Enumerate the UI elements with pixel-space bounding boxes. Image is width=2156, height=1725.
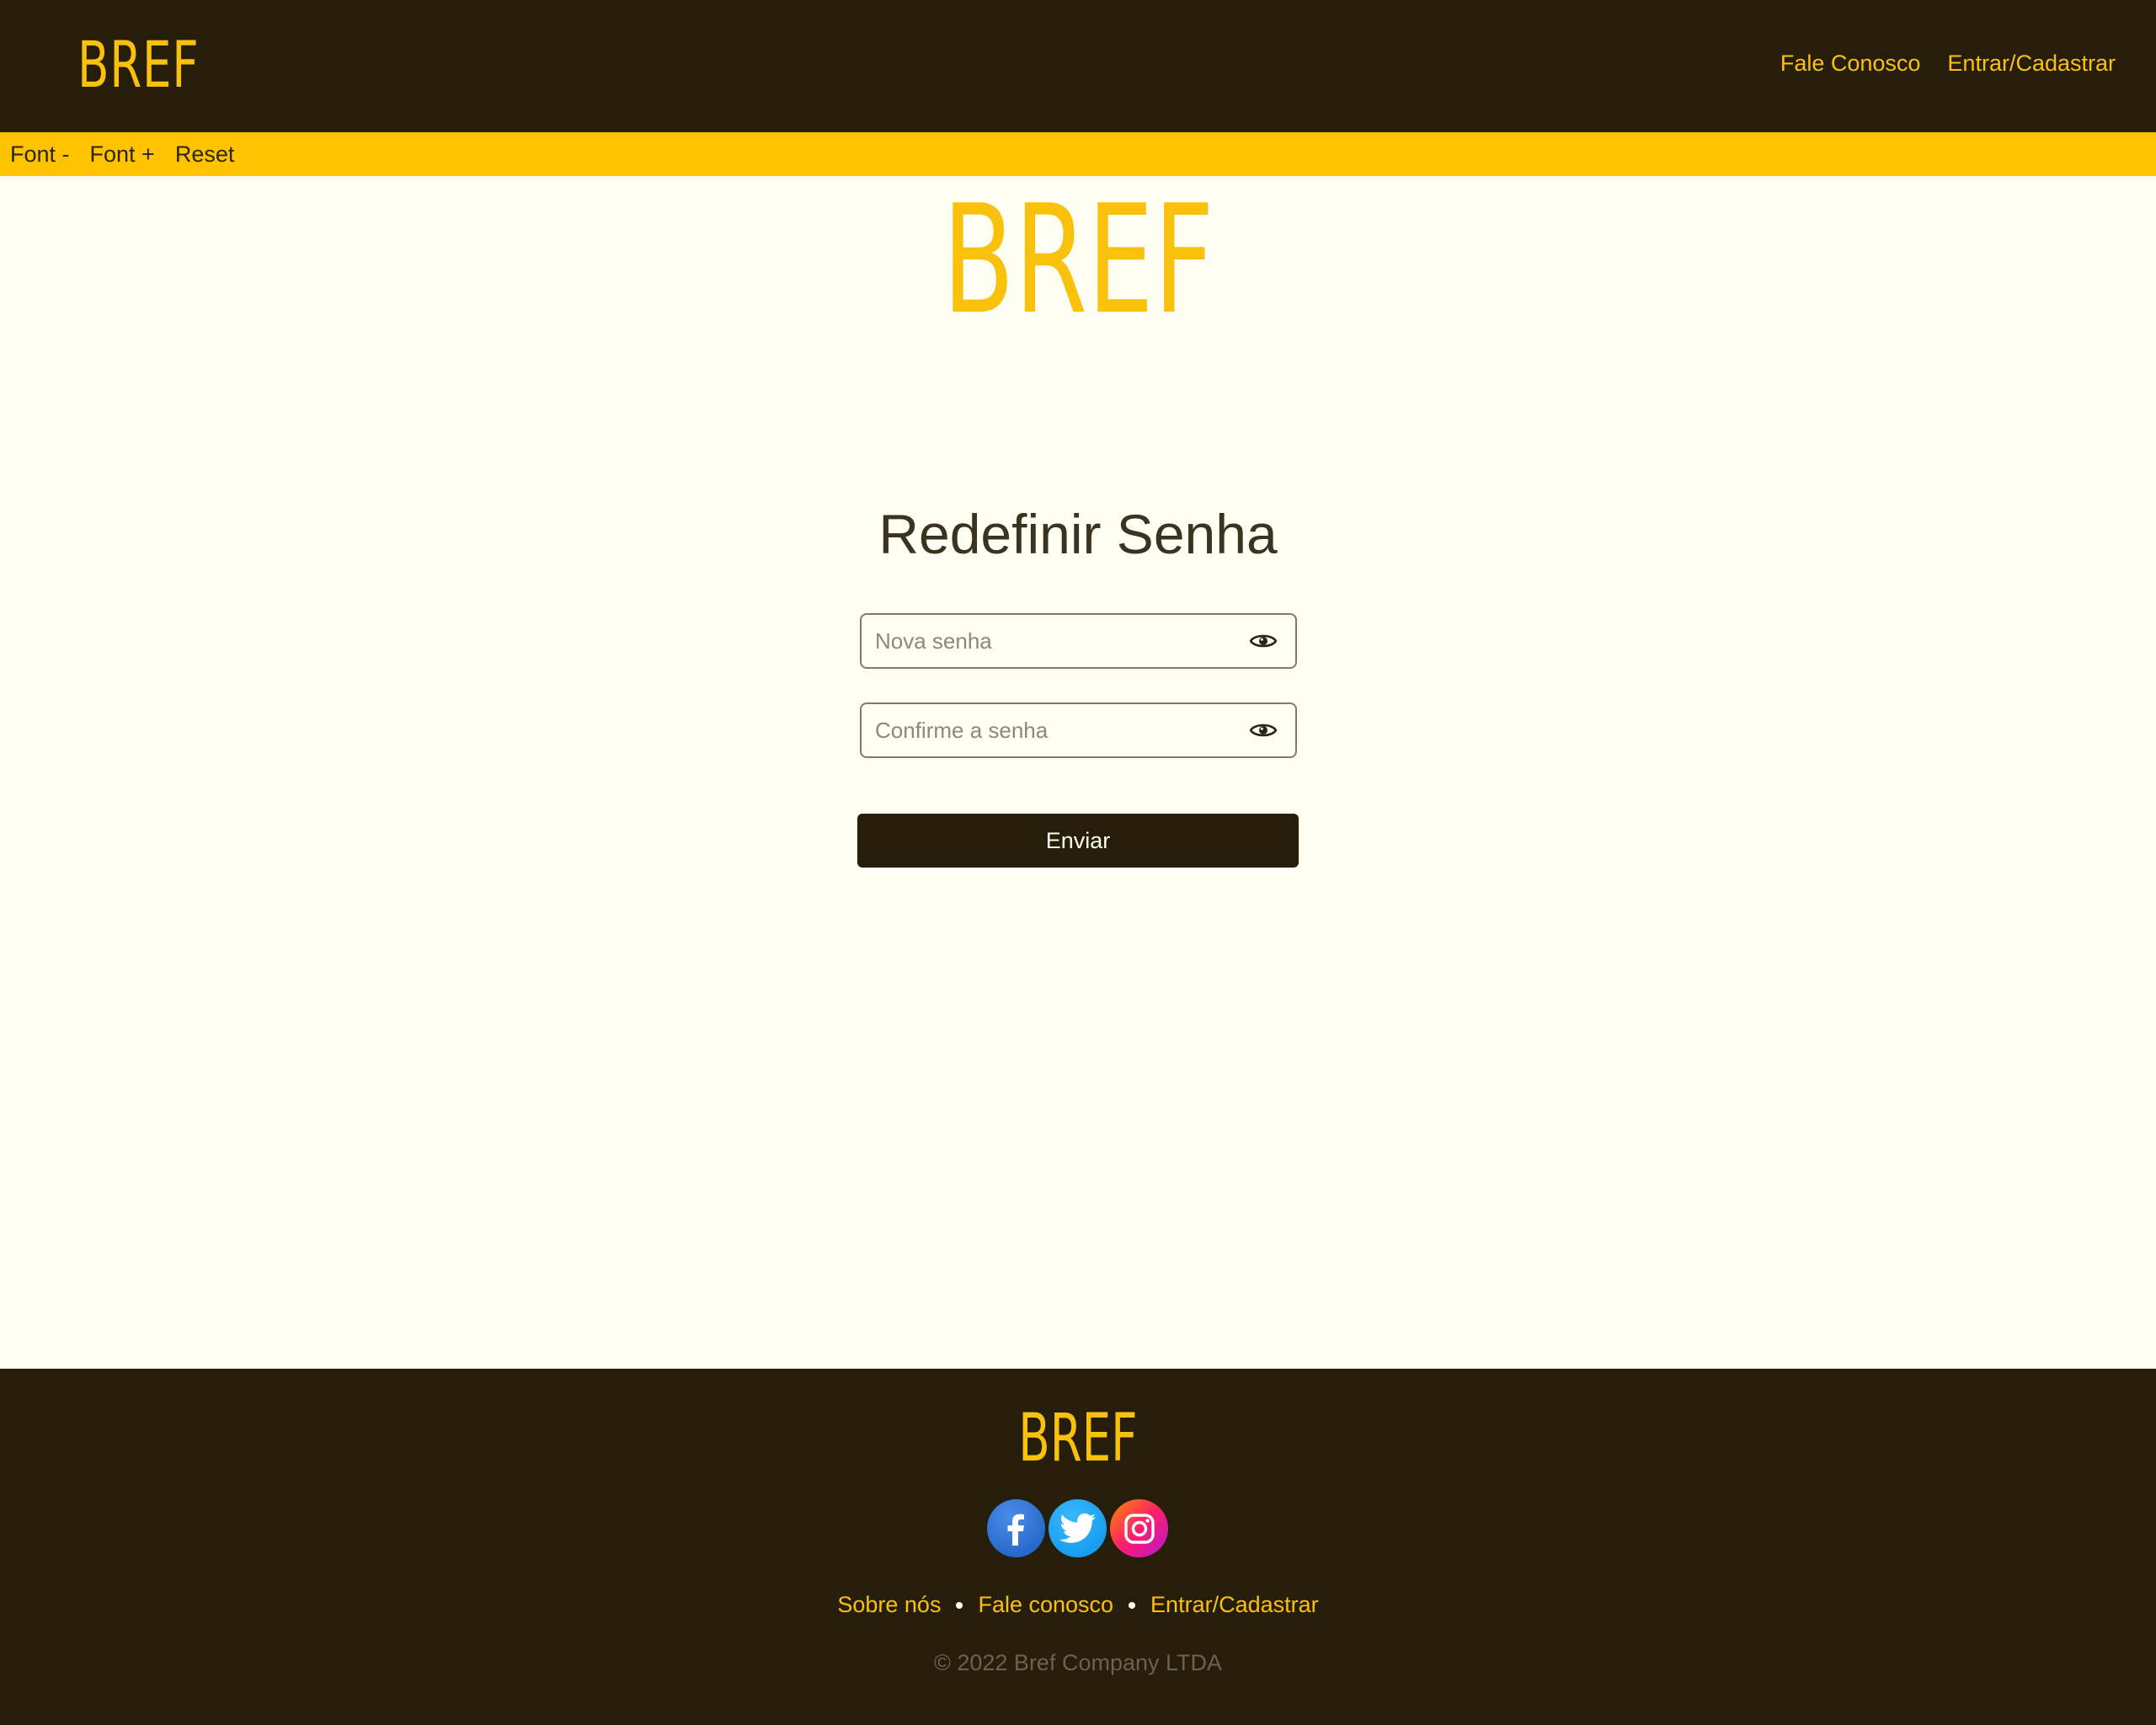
twitter-icon[interactable]: [1049, 1499, 1107, 1557]
new-password-field: [860, 613, 1297, 669]
brand-container: BREF: [0, 0, 2156, 335]
page-title: Redefinir Senha: [878, 503, 1278, 565]
instagram-icon[interactable]: [1110, 1499, 1168, 1557]
eye-icon[interactable]: [1250, 632, 1277, 650]
footer-link-about[interactable]: Sobre nós: [837, 1592, 941, 1618]
copyright-text: © 2022 Bref Company LTDA: [933, 1650, 1223, 1675]
confirm-password-field: [860, 702, 1297, 758]
eye-icon[interactable]: [1250, 721, 1277, 740]
separator-dot: [1129, 1601, 1136, 1609]
separator-dot: [956, 1601, 963, 1609]
footer-link-contact[interactable]: Fale conosco: [978, 1592, 1113, 1618]
facebook-icon[interactable]: [987, 1499, 1045, 1557]
site-footer: BREF Sobre nós Fale conosco Entrar/Cadas…: [0, 1369, 2156, 1725]
main-content: [0, 176, 2156, 1369]
social-links: [987, 1499, 1168, 1557]
footer-logo-container: BREF: [0, 1401, 2156, 1477]
new-password-input[interactable]: [862, 615, 1295, 667]
footer-logo: BREF: [1018, 1401, 1138, 1477]
submit-button[interactable]: Enviar: [857, 814, 1299, 868]
footer-link-login[interactable]: Entrar/Cadastrar: [1150, 1592, 1319, 1618]
brand-logo: BREF: [942, 173, 1214, 347]
confirm-password-input[interactable]: [862, 704, 1295, 756]
footer-links: Sobre nós Fale conosco Entrar/Cadastrar: [0, 1592, 2156, 1618]
